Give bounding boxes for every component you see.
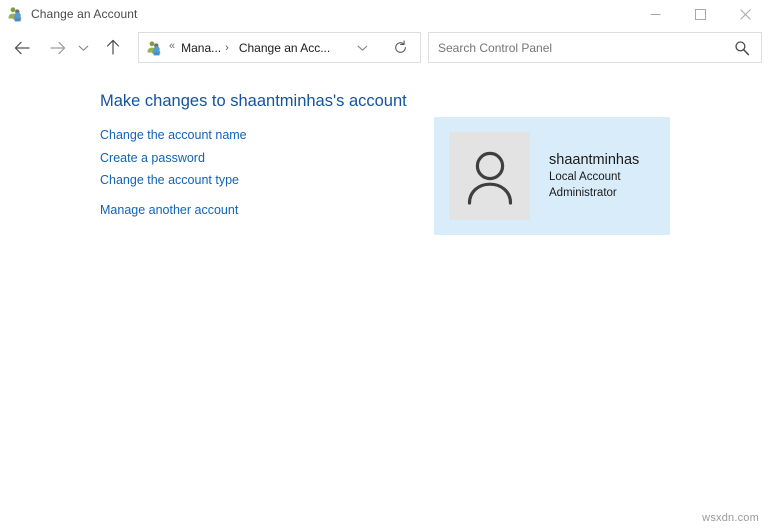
- avatar: [449, 132, 530, 220]
- search-box[interactable]: [428, 32, 762, 63]
- up-button[interactable]: [96, 29, 130, 66]
- account-summary-panel: shaantminhas Local Account Administrator: [434, 117, 670, 235]
- task-link-list: Change the account name Create a passwor…: [100, 124, 400, 221]
- search-icon: [734, 40, 750, 56]
- forward-button[interactable]: [40, 29, 74, 66]
- address-dropdown-button[interactable]: [350, 33, 374, 62]
- breadcrumb-separator: ›: [225, 42, 229, 54]
- link-manage-another-account[interactable]: Manage another account: [100, 199, 238, 222]
- minimize-button[interactable]: [633, 0, 678, 28]
- breadcrumb-item-0[interactable]: Mana...: [181, 41, 221, 55]
- window-title: Change an Account: [31, 7, 137, 21]
- search-input[interactable]: [438, 38, 718, 58]
- user-accounts-icon: [7, 6, 23, 22]
- minimize-icon: [650, 9, 661, 20]
- navigation-toolbar: « Mana... › Change an Acc...: [0, 29, 768, 66]
- close-icon: [740, 9, 751, 20]
- person-avatar-icon: [462, 146, 518, 206]
- account-role: Administrator: [549, 186, 639, 202]
- maximize-icon: [695, 9, 706, 20]
- account-details: shaantminhas Local Account Administrator: [549, 151, 639, 201]
- chevron-down-icon: [357, 44, 368, 52]
- back-button[interactable]: [5, 29, 39, 66]
- user-accounts-icon: [146, 40, 162, 56]
- arrow-up-icon: [106, 39, 120, 56]
- search-button[interactable]: [727, 33, 757, 62]
- refresh-icon: [393, 40, 408, 55]
- link-change-account-type[interactable]: Change the account type: [100, 169, 239, 192]
- account-name: shaantminhas: [549, 151, 639, 170]
- recent-locations-button[interactable]: [72, 29, 94, 66]
- chevron-down-icon: [78, 44, 89, 52]
- close-button[interactable]: [723, 0, 768, 28]
- maximize-button[interactable]: [678, 0, 723, 28]
- address-bar[interactable]: « Mana... › Change an Acc...: [138, 32, 421, 63]
- title-bar: Change an Account: [0, 0, 768, 28]
- breadcrumb-overflow[interactable]: «: [169, 41, 175, 54]
- watermark: wsxdn.com: [702, 512, 759, 524]
- account-type: Local Account: [549, 170, 639, 186]
- arrow-left-icon: [14, 41, 31, 55]
- page-title: Make changes to shaantminhas's account: [100, 92, 407, 111]
- window-controls: [633, 0, 768, 28]
- refresh-button[interactable]: [386, 33, 414, 62]
- link-create-password[interactable]: Create a password: [100, 147, 205, 170]
- link-change-account-name[interactable]: Change the account name: [100, 124, 247, 147]
- arrow-right-icon: [49, 41, 66, 55]
- content-area: Make changes to shaantminhas's account C…: [0, 66, 768, 530]
- breadcrumb-item-1[interactable]: Change an Acc...: [239, 41, 330, 55]
